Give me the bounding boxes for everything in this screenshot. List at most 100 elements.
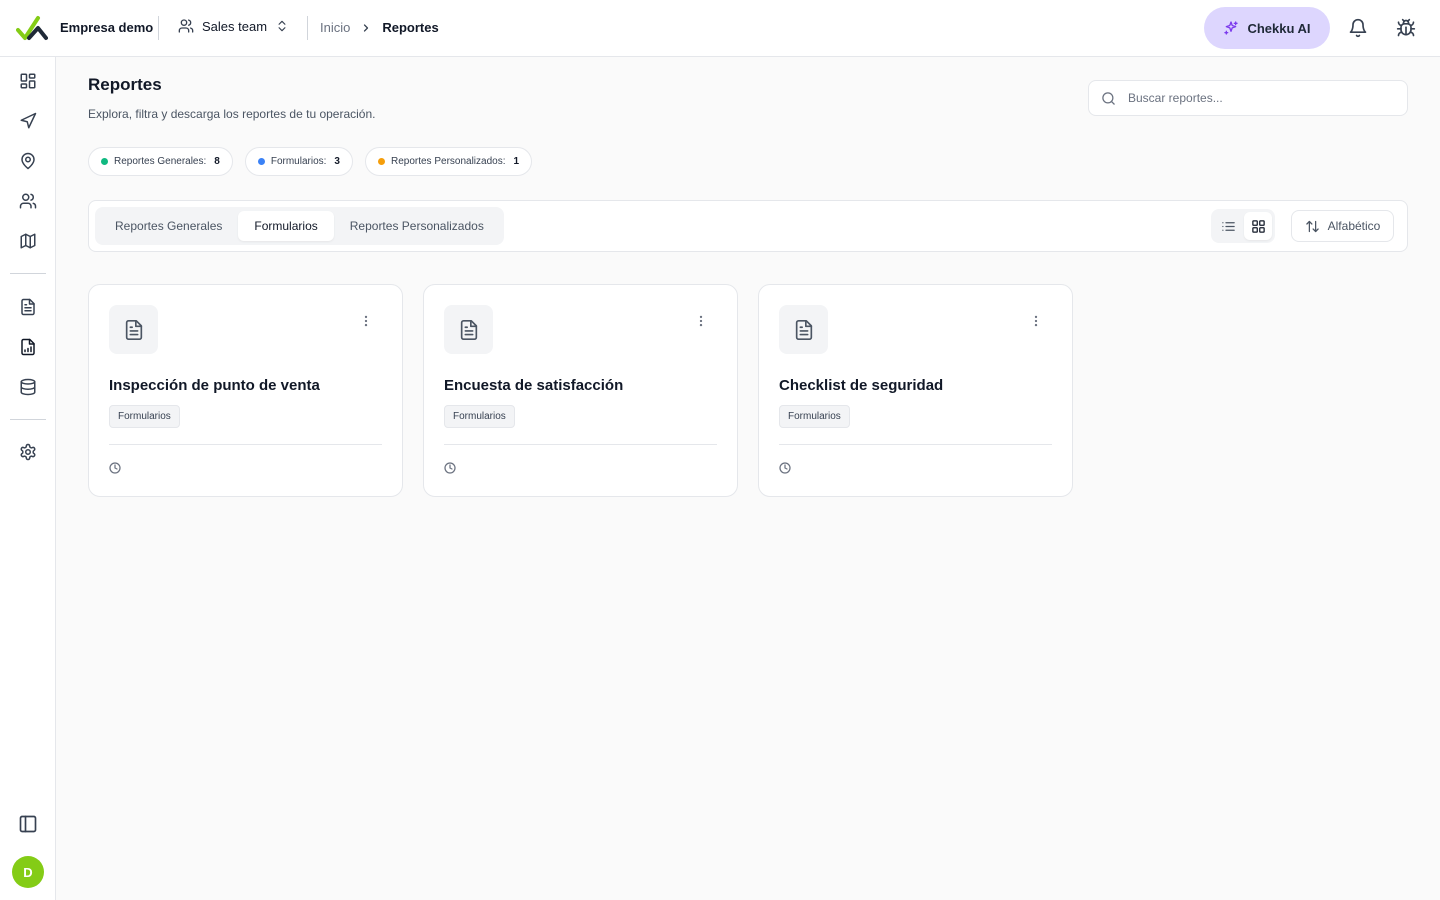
sidebar-collapse-button[interactable] — [16, 812, 40, 836]
report-card[interactable]: Inspección de punto de venta Formularios — [88, 284, 403, 497]
summary-chip-formularios: Formularios: 3 — [244, 147, 353, 176]
sidebar-item-locations[interactable] — [16, 149, 40, 173]
sidebar-item-send[interactable] — [16, 109, 40, 133]
users-icon — [19, 193, 37, 209]
sidebar-item-reports[interactable] — [16, 335, 40, 359]
report-card[interactable]: Encuesta de satisfacción Formularios — [423, 284, 738, 497]
panel-left-icon — [19, 815, 37, 833]
sort-icon — [1305, 220, 1319, 232]
sort-label: Alfabético — [1327, 219, 1381, 233]
sort-button[interactable]: Alfabético — [1291, 210, 1394, 242]
dashboard-icon — [20, 73, 36, 89]
tab-reportes-personalizados[interactable]: Reportes Personalizados — [334, 211, 500, 241]
summary-chip-personalizados: Reportes Personalizados: 1 — [364, 147, 533, 176]
card-divider — [444, 444, 717, 445]
card-tag: Formularios — [779, 405, 850, 428]
chekku-ai-button[interactable]: Chekku AI — [1204, 7, 1330, 49]
chip-label: Reportes Personalizados: — [390, 156, 506, 167]
sidebar-item-settings[interactable] — [16, 440, 40, 464]
tab-bar: Reportes Generales Formularios Reportes … — [95, 207, 504, 245]
map-pin-icon — [21, 152, 35, 170]
file-text-icon — [21, 298, 35, 316]
search-box[interactable] — [1088, 80, 1408, 116]
grid-view-button[interactable] — [1244, 212, 1272, 240]
breadcrumb-current: Reportes — [382, 20, 439, 35]
sidebar-divider — [10, 419, 46, 420]
chip-count: 1 — [513, 156, 520, 167]
sidebar: D — [0, 57, 56, 900]
breadcrumb-home[interactable]: Inicio — [320, 20, 350, 35]
sidebar-item-map[interactable] — [16, 229, 40, 253]
card-title: Inspección de punto de venta — [109, 377, 320, 394]
file-chart-icon — [21, 338, 35, 356]
card-menu-button[interactable] — [1028, 313, 1044, 329]
file-text-icon — [460, 319, 477, 340]
tab-formularios[interactable]: Formularios — [238, 211, 334, 241]
bug-icon — [1396, 18, 1416, 37]
card-tag: Formularios — [444, 405, 515, 428]
summary-chip-generales: Reportes Generales: 8 — [88, 147, 233, 176]
page-title: Reportes — [88, 75, 162, 94]
chip-count: 3 — [334, 156, 340, 167]
sidebar-item-users[interactable] — [16, 189, 40, 213]
notifications-button[interactable] — [1346, 16, 1370, 40]
status-dot — [101, 158, 108, 165]
bell-icon — [1349, 18, 1367, 38]
search-icon — [1102, 91, 1115, 105]
report-icon-box — [109, 305, 158, 354]
more-vertical-icon — [1034, 315, 1038, 327]
company-name[interactable]: Empresa demo — [60, 20, 153, 35]
report-icon-box — [779, 305, 828, 354]
chevron-right-icon — [364, 23, 369, 32]
grid-icon — [1251, 219, 1265, 233]
card-menu-button[interactable] — [358, 313, 374, 329]
page-subtitle: Explora, filtra y descarga los reportes … — [88, 107, 376, 121]
users-icon — [178, 19, 194, 33]
list-icon — [1221, 221, 1235, 231]
clock-icon — [779, 462, 791, 474]
chekku-ai-label: Chekku AI — [1247, 20, 1311, 36]
breadcrumb: Inicio Reportes — [320, 20, 439, 35]
divider — [158, 16, 159, 40]
card-divider — [779, 444, 1052, 445]
clock-icon — [109, 462, 121, 474]
list-view-button[interactable] — [1214, 212, 1242, 240]
card-tag: Formularios — [109, 405, 180, 428]
chip-count: 8 — [214, 156, 220, 167]
send-icon — [20, 112, 37, 129]
status-dot — [377, 158, 385, 165]
summary-chips: Reportes Generales: 8 Formularios: 3 Rep… — [88, 147, 533, 176]
logo-icon[interactable] — [16, 14, 48, 42]
card-divider — [109, 444, 382, 445]
search-input[interactable] — [1128, 91, 1388, 105]
sidebar-divider — [10, 273, 46, 274]
tab-reportes-generales[interactable]: Reportes Generales — [99, 211, 238, 241]
clock-icon — [444, 462, 456, 474]
team-name: Sales team — [202, 18, 268, 34]
divider — [307, 16, 308, 40]
top-bar: Empresa demo Sales team Inicio Reportes … — [0, 0, 1440, 57]
avatar[interactable]: D — [12, 856, 44, 888]
database-icon — [20, 378, 36, 396]
card-title: Checklist de seguridad — [779, 377, 944, 394]
file-text-icon — [795, 319, 812, 340]
team-selector[interactable]: Sales team — [178, 18, 289, 34]
report-card[interactable]: Checklist de seguridad Formularios — [758, 284, 1073, 497]
chevron-up-down-icon — [278, 20, 286, 32]
sparkles-icon — [1224, 21, 1239, 35]
card-menu-button[interactable] — [693, 313, 709, 329]
toolbar: Reportes Generales Formularios Reportes … — [88, 200, 1408, 252]
card-title: Encuesta de satisfacción — [444, 377, 624, 394]
more-vertical-icon — [699, 315, 703, 327]
settings-icon — [20, 443, 36, 461]
debug-button[interactable] — [1394, 16, 1418, 40]
view-toggle — [1211, 209, 1275, 243]
sidebar-item-documents[interactable] — [16, 295, 40, 319]
chip-label: Reportes Generales: — [114, 156, 207, 167]
more-vertical-icon — [364, 315, 368, 327]
sidebar-item-database[interactable] — [16, 375, 40, 399]
chip-label: Formularios: — [270, 156, 327, 167]
map-icon — [20, 233, 36, 249]
report-icon-box — [444, 305, 493, 354]
sidebar-item-dashboard[interactable] — [16, 69, 40, 93]
